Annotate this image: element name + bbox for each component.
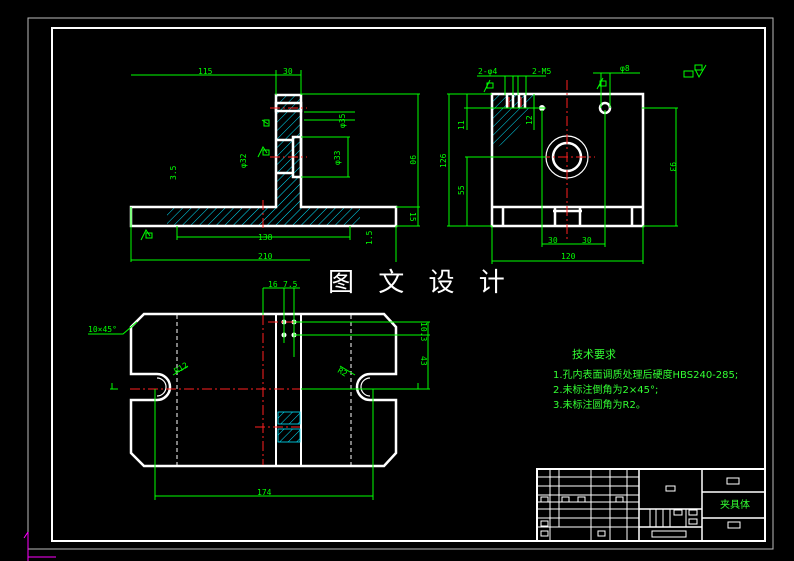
- side-view: 2-φ4 2-M5 φ8 12 11 126 55 93 30 30 120: [439, 64, 707, 264]
- tech-heading: 技术要求: [572, 348, 616, 361]
- dim-174: 174: [257, 488, 272, 497]
- tech-item-1: 1.孔内表面调质处理后硬度HBS240-285;: [553, 368, 738, 381]
- drawing-title: 图 文 设 计: [328, 268, 513, 298]
- dim-1-5: 1.5: [365, 230, 374, 245]
- part-name: 夹具体: [720, 498, 750, 511]
- dim-210: 210: [258, 252, 273, 261]
- top-view: 16 7.5 10×45° R12 R2 10.3 43 174: [88, 280, 430, 500]
- dim-138: 138: [258, 233, 273, 242]
- cad-drawing: 115 30 90 15 138 210 3.5 φ33 φ35 φ32 1.5…: [23, 17, 774, 561]
- dim-3-5: 3.5: [169, 165, 178, 180]
- front-view: 115 30 90 15 138 210 3.5 φ33 φ35 φ32 1.5: [129, 67, 420, 262]
- dim-55: 55: [457, 185, 466, 195]
- dim-2-m5: 2-M5: [532, 67, 551, 76]
- roughness-symbol-icon: [483, 64, 707, 93]
- dim-10-3: 10.3: [419, 322, 428, 341]
- dim-30-left: 30: [548, 236, 558, 245]
- dim-12: 12: [525, 115, 534, 125]
- dim-90: 90: [408, 155, 417, 165]
- dim-93: 93: [668, 162, 677, 172]
- dim-30-right: 30: [582, 236, 592, 245]
- dim-phi32: φ32: [239, 153, 248, 168]
- technical-requirements: 技术要求 1.孔内表面调质处理后硬度HBS240-285; 2.未标注倒角为2×…: [553, 348, 738, 411]
- dim-126: 126: [439, 153, 448, 168]
- dim-7-5: 7.5: [283, 280, 298, 289]
- dim-r2: R2: [336, 366, 349, 379]
- dim-chamfer: 10×45°: [88, 325, 117, 334]
- dim-11: 11: [457, 120, 466, 130]
- dim-r12: R12: [173, 361, 190, 376]
- dim-2-phi4: 2-φ4: [478, 67, 497, 76]
- dim-phi8: φ8: [620, 64, 630, 73]
- dim-phi35: φ35: [338, 113, 347, 128]
- dim-43: 43: [419, 356, 428, 366]
- dim-phi33: φ33: [333, 150, 342, 165]
- dim-16: 16: [268, 280, 278, 289]
- tech-item-2: 2.未标注倒角为2×45°;: [553, 383, 658, 396]
- dim-30: 30: [283, 67, 293, 76]
- tech-item-3: 3.未标注圆角为R2。: [553, 398, 646, 411]
- dim-15: 15: [408, 212, 417, 222]
- dim-120: 120: [561, 252, 576, 261]
- dim-115: 115: [198, 67, 213, 76]
